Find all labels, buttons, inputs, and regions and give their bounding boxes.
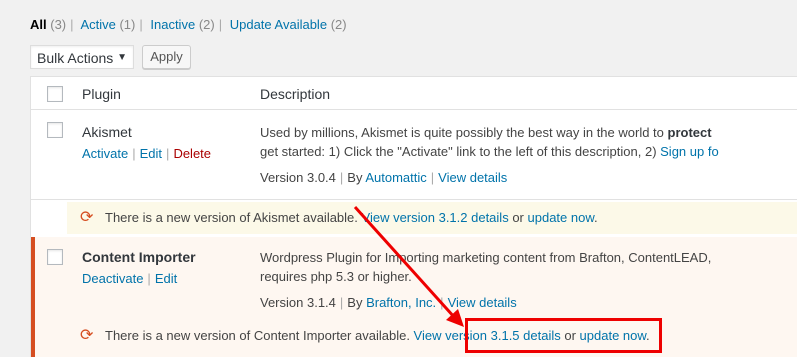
annotation-arrow-icon (353, 205, 464, 327)
